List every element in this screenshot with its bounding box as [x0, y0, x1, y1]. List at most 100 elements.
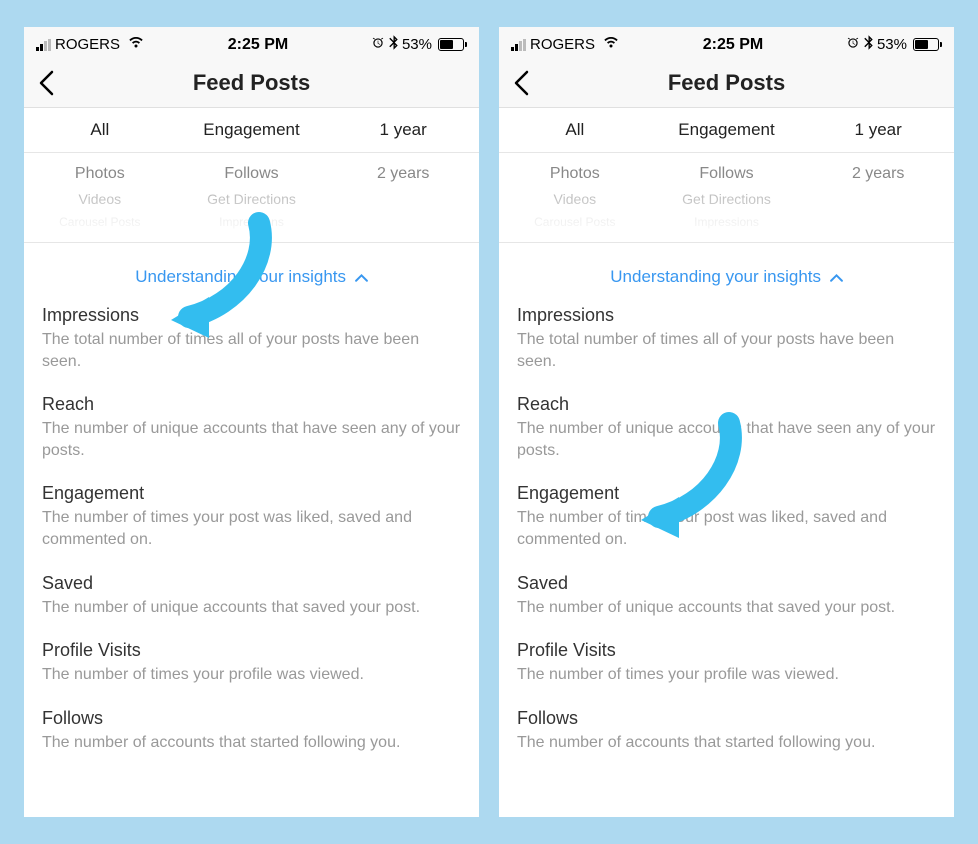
filter-picker[interactable]: Photos Videos Carousel Posts Follows Get…	[24, 153, 479, 243]
picker-item[interactable]: Carousel Posts	[59, 211, 140, 233]
tab-metric[interactable]: Engagement	[651, 108, 803, 152]
insights-link-wrap: Understanding your insights	[499, 243, 954, 305]
understanding-insights-link[interactable]: Understanding your insights	[135, 267, 367, 286]
wifi-icon	[127, 36, 145, 53]
phone-screen-right: ROGERS 2:25 PM 53% Feed Posts All	[499, 27, 954, 817]
picker-item[interactable]: Impressions	[694, 211, 759, 233]
bluetooth-icon	[864, 35, 873, 54]
definition-desc: The total number of times all of your po…	[42, 329, 461, 372]
definition-title: Engagement	[42, 483, 461, 504]
picker-col-time[interactable]: 2 years	[327, 153, 479, 242]
definition-follows: Follows The number of accounts that star…	[42, 708, 461, 754]
nav-title: Feed Posts	[193, 70, 310, 96]
definition-title: Impressions	[517, 305, 936, 326]
picker-item[interactable]: Photos	[550, 161, 600, 187]
understanding-insights-link[interactable]: Understanding your insights	[610, 267, 842, 286]
definition-title: Engagement	[517, 483, 936, 504]
picker-col-time[interactable]: 2 years	[802, 153, 954, 242]
carrier-label: ROGERS	[55, 36, 120, 53]
definition-engagement: Engagement The number of times your post…	[42, 483, 461, 550]
carrier-label: ROGERS	[530, 36, 595, 53]
picker-item[interactable]: Follows	[224, 161, 278, 187]
definition-desc: The number of unique accounts that have …	[42, 418, 461, 461]
definition-reach: Reach The number of unique accounts that…	[517, 394, 936, 461]
battery-icon	[911, 38, 942, 51]
phone-screen-left: ROGERS 2:25 PM 53% Feed Posts All	[24, 27, 479, 817]
definition-title: Impressions	[42, 305, 461, 326]
insights-link-wrap: Understanding your insights	[24, 243, 479, 305]
picker-item[interactable]: 2 years	[852, 161, 904, 187]
bluetooth-icon	[389, 35, 398, 54]
definition-desc: The number of times your post was liked,…	[517, 507, 936, 550]
tab-timeframe[interactable]: 1 year	[327, 108, 479, 152]
definition-title: Follows	[517, 708, 936, 729]
picker-col-metric[interactable]: Follows Get Directions Impressions	[651, 153, 803, 242]
nav-header: Feed Posts	[499, 58, 954, 108]
alarm-icon	[846, 36, 860, 54]
definition-desc: The number of times your profile was vie…	[517, 664, 936, 686]
filter-picker[interactable]: Photos Videos Carousel Posts Follows Get…	[499, 153, 954, 243]
picker-item[interactable]: Impressions	[219, 211, 284, 233]
picker-col-content[interactable]: Photos Videos Carousel Posts	[499, 153, 651, 242]
chevron-up-icon	[830, 267, 843, 286]
picker-col-metric[interactable]: Follows Get Directions Impressions	[176, 153, 328, 242]
definition-desc: The number of unique accounts that have …	[517, 418, 936, 461]
definition-saved: Saved The number of unique accounts that…	[42, 573, 461, 619]
definition-title: Reach	[517, 394, 936, 415]
picker-item[interactable]: Carousel Posts	[534, 211, 615, 233]
definition-profile-visits: Profile Visits The number of times your …	[42, 640, 461, 686]
filter-tabs: All Engagement 1 year	[499, 108, 954, 153]
definition-profile-visits: Profile Visits The number of times your …	[517, 640, 936, 686]
picker-item[interactable]: Follows	[699, 161, 753, 187]
battery-percent: 53%	[402, 36, 432, 53]
tab-content-type[interactable]: All	[24, 108, 176, 152]
insights-link-label: Understanding your insights	[610, 267, 821, 286]
definitions-list: Impressions The total number of times al…	[499, 305, 954, 753]
definition-title: Profile Visits	[517, 640, 936, 661]
back-button[interactable]	[513, 70, 529, 96]
picker-item[interactable]: Videos	[554, 187, 597, 211]
picker-item[interactable]: Get Directions	[207, 187, 296, 211]
picker-item[interactable]: 2 years	[377, 161, 429, 187]
definition-reach: Reach The number of unique accounts that…	[42, 394, 461, 461]
definition-impressions: Impressions The total number of times al…	[42, 305, 461, 372]
battery-icon	[436, 38, 467, 51]
picker-col-content[interactable]: Photos Videos Carousel Posts	[24, 153, 176, 242]
definition-desc: The number of times your profile was vie…	[42, 664, 461, 686]
definition-title: Saved	[42, 573, 461, 594]
status-time: 2:25 PM	[228, 36, 288, 54]
picker-item[interactable]: Videos	[79, 187, 122, 211]
definition-desc: The number of unique accounts that saved…	[42, 597, 461, 619]
tab-metric[interactable]: Engagement	[176, 108, 328, 152]
definition-desc: The number of unique accounts that saved…	[517, 597, 936, 619]
tab-timeframe[interactable]: 1 year	[802, 108, 954, 152]
status-right: 53%	[371, 35, 467, 54]
tab-content-type[interactable]: All	[499, 108, 651, 152]
definition-desc: The number of accounts that started foll…	[517, 732, 936, 754]
chevron-up-icon	[355, 267, 368, 286]
picker-item[interactable]: Photos	[75, 161, 125, 187]
definition-title: Saved	[517, 573, 936, 594]
definition-title: Follows	[42, 708, 461, 729]
nav-title: Feed Posts	[668, 70, 785, 96]
definition-title: Profile Visits	[42, 640, 461, 661]
back-button[interactable]	[38, 70, 54, 96]
definition-saved: Saved The number of unique accounts that…	[517, 573, 936, 619]
filter-tabs: All Engagement 1 year	[24, 108, 479, 153]
status-left: ROGERS	[36, 36, 145, 53]
definition-desc: The total number of times all of your po…	[517, 329, 936, 372]
definition-follows: Follows The number of accounts that star…	[517, 708, 936, 754]
battery-percent: 53%	[877, 36, 907, 53]
status-bar: ROGERS 2:25 PM 53%	[24, 27, 479, 58]
definition-desc: The number of times your post was liked,…	[42, 507, 461, 550]
signal-icon	[36, 39, 51, 51]
status-right: 53%	[846, 35, 942, 54]
definitions-list: Impressions The total number of times al…	[24, 305, 479, 753]
picker-item[interactable]: Get Directions	[682, 187, 771, 211]
nav-header: Feed Posts	[24, 58, 479, 108]
status-time: 2:25 PM	[703, 36, 763, 54]
status-bar: ROGERS 2:25 PM 53%	[499, 27, 954, 58]
signal-icon	[511, 39, 526, 51]
status-left: ROGERS	[511, 36, 620, 53]
definition-title: Reach	[42, 394, 461, 415]
